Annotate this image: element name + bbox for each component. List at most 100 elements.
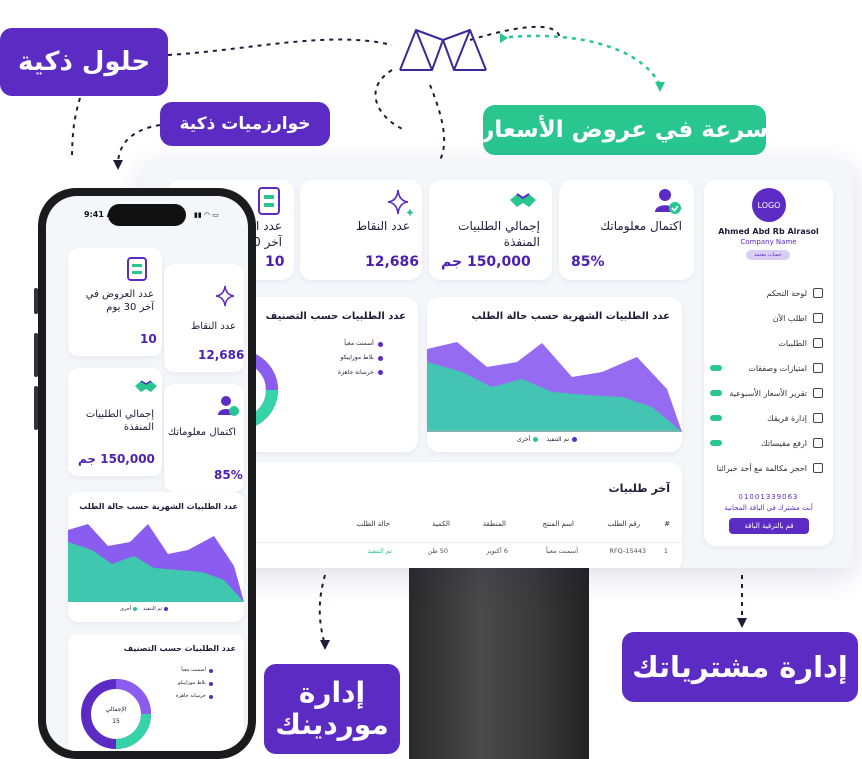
phone-screen: 9:41 AM ▮▮ ◠ ▭ عدد العروض في آخر 30 يوم … <box>46 196 248 751</box>
orders-icon <box>813 338 823 348</box>
sidebar-item-5[interactable]: إدارة فريقك <box>713 409 823 427</box>
latest-orders-card: آخر طلبيات # رقم الطلب اسم المنتج المنطق… <box>243 462 682 568</box>
manage-suppliers-line1: إدارة <box>298 675 366 709</box>
monthly-orders-chart-card: عدد الطلبيات الشهرية حسب حالة الطلب تم ا… <box>427 297 682 452</box>
legend-item-tiles: بلاط موزاييكو <box>338 351 383 365</box>
sidebar-item-3[interactable]: امتيازات وصفقات <box>713 359 823 377</box>
legend-done: تم التنفيذ <box>546 436 578 443</box>
row-order-no: RFQ-15443 <box>609 547 646 555</box>
stat-title-points: عدد النقاط <box>355 219 410 233</box>
new-badge <box>710 365 722 371</box>
row-status: تم التنفيذ <box>367 547 392 555</box>
row-qty: 50 طن <box>427 547 448 555</box>
phone-stat-value-orders-total: 150,000 جم <box>78 452 155 466</box>
handshake-icon <box>134 378 158 396</box>
sidebar-item-label: احجز مكالمة مع أحد خبرائنا <box>716 463 807 473</box>
smart-algorithms-label: خوارزميات ذكية <box>160 102 330 146</box>
dynamic-island <box>108 204 186 226</box>
sparkle-icon <box>386 188 416 218</box>
sparkle-icon <box>214 284 238 308</box>
phone-category-chart-title: عدد الطلبيات حسب التصنيف <box>123 644 236 653</box>
upload-icon <box>813 438 823 448</box>
phone-stat-title-completion: اكتمال معلوماتك <box>167 427 236 438</box>
phone-stat-title-points: عدد النقاط <box>190 321 236 332</box>
new-badge <box>710 390 722 396</box>
phone-volume-up <box>34 333 38 377</box>
smart-solutions-label: حلول ذكية <box>0 28 168 96</box>
phone-stat-card-points: عدد النقاط 12,686 <box>164 264 244 372</box>
sidebar: LOGO Ahmed Abd Rb Alrasol Company Name ح… <box>704 180 833 546</box>
cart-icon <box>813 313 823 323</box>
latest-orders-title: آخر طلبيات <box>608 482 670 495</box>
legend-other: أخرى <box>517 436 539 443</box>
phone-stat-title-orders-total: إجمالي الطلبيات المنفذة <box>85 409 154 433</box>
user-check-icon <box>216 394 240 418</box>
stat-value-orders-total: 150,000 جم <box>441 254 531 270</box>
sidebar-item-4[interactable]: تقرير الأسعار الأسبوعية <box>713 384 823 402</box>
upgrade-button[interactable]: قم بالترقية الباقة <box>729 518 809 534</box>
sidebar-item-label: تقرير الأسعار الأسبوعية <box>729 388 807 398</box>
row-area: 6 أكتوبر <box>486 547 508 555</box>
phone-monthly-chart-legend: تم التنفيذ أخرى <box>120 606 169 612</box>
row-num: 1 <box>663 547 668 555</box>
deals-icon <box>813 363 823 373</box>
col-num: # <box>664 520 670 528</box>
dashboard-icon <box>813 288 823 298</box>
offers-icon <box>126 256 148 282</box>
report-icon <box>813 388 823 398</box>
phone-category-legend: أسمنت معبأ بلاط موزاييكو خرسانة جاهزة <box>176 664 213 703</box>
sidebar-item-2[interactable]: الطلبيات <box>713 334 823 352</box>
sidebar-item-label: الطلبيات <box>778 338 807 348</box>
stat-value-completion: 85% <box>571 254 605 270</box>
phone-stat-value-points: 12,686 <box>198 348 244 362</box>
account-chip: حساب معتمد <box>746 250 790 260</box>
user-check-icon <box>652 186 682 216</box>
phone-mockup: 9:41 AM ▮▮ ◠ ▭ عدد العروض في آخر 30 يوم … <box>34 188 256 759</box>
orders-table-header: # رقم الطلب اسم المنتج المنطقة الكمية حا… <box>243 520 682 534</box>
logo-circle: LOGO <box>752 188 786 222</box>
phone-stat-value-completion: 85% <box>214 468 243 482</box>
phone-monthly-area-chart <box>68 524 244 602</box>
manage-suppliers-line2: موردينك <box>275 708 389 741</box>
col-area: المنطقة <box>482 520 506 528</box>
sidebar-item-label: امتيازات وصفقات <box>748 363 807 373</box>
phone-monthly-chart-card: عدد الطلبيات الشهرية حسب حالة الطلب تم ا… <box>68 492 244 622</box>
signal-icon: ▮▮ ◠ ▭ <box>194 211 219 219</box>
sidebar-item-6[interactable]: ارفع مقيساتك <box>713 434 823 452</box>
phone-stat-card-orders-total: إجمالي الطلبيات المنفذة 150,000 جم <box>68 368 162 476</box>
col-status: حالة الطلب <box>356 520 390 528</box>
legend-item-tiles: بلاط موزاييكو <box>176 677 213 690</box>
monthly-chart-title: عدد الطلبيات الشهرية حسب حالة الطلب <box>471 311 670 322</box>
sidebar-item-0[interactable]: لوحة التحكم <box>713 284 823 302</box>
sidebar-item-label: لوحة التحكم <box>766 288 807 298</box>
new-badge <box>710 415 722 421</box>
offers-icon <box>256 186 282 216</box>
company-name: Company Name <box>740 238 797 246</box>
sidebar-item-1[interactable]: اطلب الآن <box>713 309 823 327</box>
table-row[interactable]: 1 RFQ-15443 أسمنت معبأ 6 أكتوبر 50 طن تم… <box>243 542 682 556</box>
monitor-stand <box>409 568 589 759</box>
category-orders-chart-card: عدد الطلبيات حسب التصنيف أسمنت معبأ بلاط… <box>243 297 418 452</box>
legend-item-cement: أسمنت معبأ <box>338 337 383 351</box>
phone-category-chart-card: عدد الطلبيات حسب التصنيف أسمنت معبأ بلاط… <box>68 634 244 751</box>
phone-monthly-chart-title: عدد الطلبيات الشهرية حسب حالة الطلب <box>79 502 238 511</box>
stat-title-orders-total: إجمالي الطلبيات المنفذة <box>458 219 540 250</box>
stat-card-points: عدد النقاط 12,686 <box>300 180 422 280</box>
phone-donut-total-value: 15 <box>112 718 120 725</box>
team-icon <box>813 413 823 423</box>
phone-stat-title-offers: عدد العروض في آخر 30 يوم <box>85 289 154 313</box>
sidebar-item-label: إدارة فريقك <box>767 413 807 423</box>
sidebar-item-7[interactable]: احجز مكالمة مع أحد خبرائنا <box>713 459 823 477</box>
row-product: أسمنت معبأ <box>546 547 578 555</box>
free-plan-text: أنت مشترك في الباقة المجانية <box>724 504 813 512</box>
stat-card-completion: اكتمال معلوماتك 85% <box>559 180 694 280</box>
manage-purchases-label: إدارة مشترياتك <box>622 632 858 702</box>
phone-volume-down <box>34 386 38 430</box>
fast-quotes-label: سرعة في عروض الأسعار <box>481 105 768 155</box>
user-name: Ahmed Abd Rb Alrasol <box>718 227 819 236</box>
legend-item-cement: أسمنت معبأ <box>176 664 213 677</box>
phone-side-button <box>34 288 38 314</box>
category-chart-title: عدد الطلبيات حسب التصنيف <box>265 311 406 322</box>
legend-item-concrete: خرسانة جاهزة <box>338 366 383 380</box>
col-order-no: رقم الطلب <box>607 520 640 528</box>
